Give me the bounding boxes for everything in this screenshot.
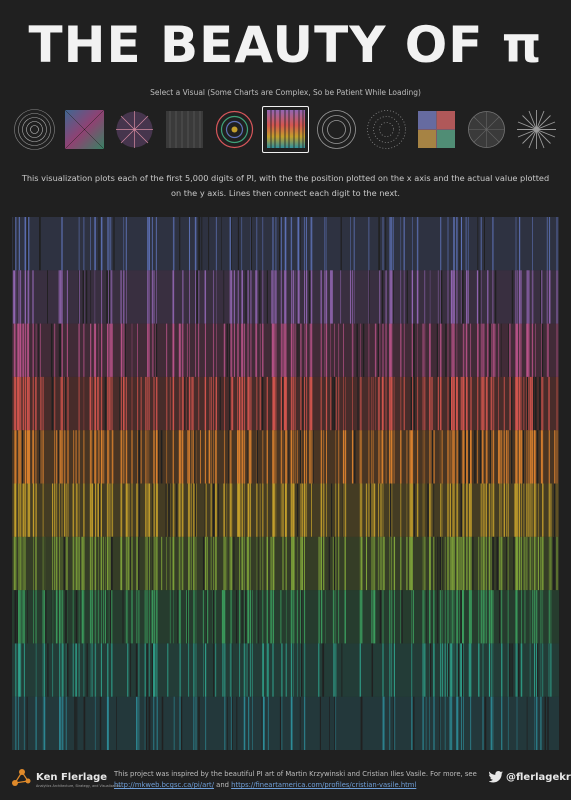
author-tagline: Analytics Architecture, Strategy, and Vi…	[36, 784, 121, 788]
thumb-vertical-lines[interactable]	[262, 105, 309, 153]
credit-text: This project was inspired by the beautif…	[114, 769, 494, 791]
concentric-circles-icon	[14, 108, 55, 150]
vertical-lines-icon	[266, 110, 305, 148]
chart-description: This visualization plots each of the fir…	[21, 173, 550, 198]
digit-band-0	[12, 696, 559, 750]
wheel-icon	[468, 110, 505, 148]
credit-and: and	[216, 781, 229, 789]
network-logo-icon	[12, 768, 31, 786]
link-fineartamerica[interactable]: https://fineartamerica.com/profiles/cris…	[231, 781, 416, 789]
author-name: Ken Flerlage	[36, 772, 108, 783]
link-mkweb[interactable]: http://mkweb.bcgsc.ca/pi/art/	[114, 781, 214, 789]
radial-burst-icon	[116, 110, 153, 148]
spectrum-square-icon	[64, 109, 105, 149]
digit-band-1	[12, 643, 559, 697]
visual-selector	[12, 104, 562, 154]
thumb-wheel[interactable]	[464, 107, 509, 152]
thumb-grid-lines[interactable]	[162, 107, 207, 152]
thumb-spectrum-square[interactable]	[62, 107, 107, 152]
thumb-concentric-circles[interactable]	[12, 107, 57, 152]
twitter-handle[interactable]: @flerlagekr	[489, 771, 571, 783]
starburst-icon	[517, 109, 556, 149]
twitter-bird-icon	[489, 771, 503, 783]
thumb-colored-grid[interactable]	[414, 107, 459, 152]
visual-select-prompt: Select a Visual (Some Charts are Complex…	[150, 88, 421, 97]
twitter-handle-label: @flerlagekr	[506, 771, 571, 783]
colored-grid-icon	[418, 110, 455, 148]
ring-circles-icon	[317, 109, 356, 149]
digit-band-2	[12, 590, 559, 644]
author-logo[interactable]: Ken Flerlage Analytics Architecture, Str…	[10, 765, 121, 788]
dotted-circles-icon	[367, 109, 406, 149]
credit-intro: This project was inspired by the beautif…	[114, 770, 477, 778]
grid-lines-icon	[166, 110, 203, 148]
thumb-colored-rings[interactable]	[212, 107, 257, 152]
thumb-radial-burst[interactable]	[112, 107, 157, 152]
thumb-ring-circles[interactable]	[314, 107, 359, 152]
thumb-starburst[interactable]	[514, 107, 559, 152]
pi-digits-chart	[12, 217, 559, 750]
colored-rings-icon	[215, 110, 254, 148]
page-title: THE BEAUTY OF π	[28, 16, 543, 74]
thumb-dotted-circles[interactable]	[364, 107, 409, 152]
